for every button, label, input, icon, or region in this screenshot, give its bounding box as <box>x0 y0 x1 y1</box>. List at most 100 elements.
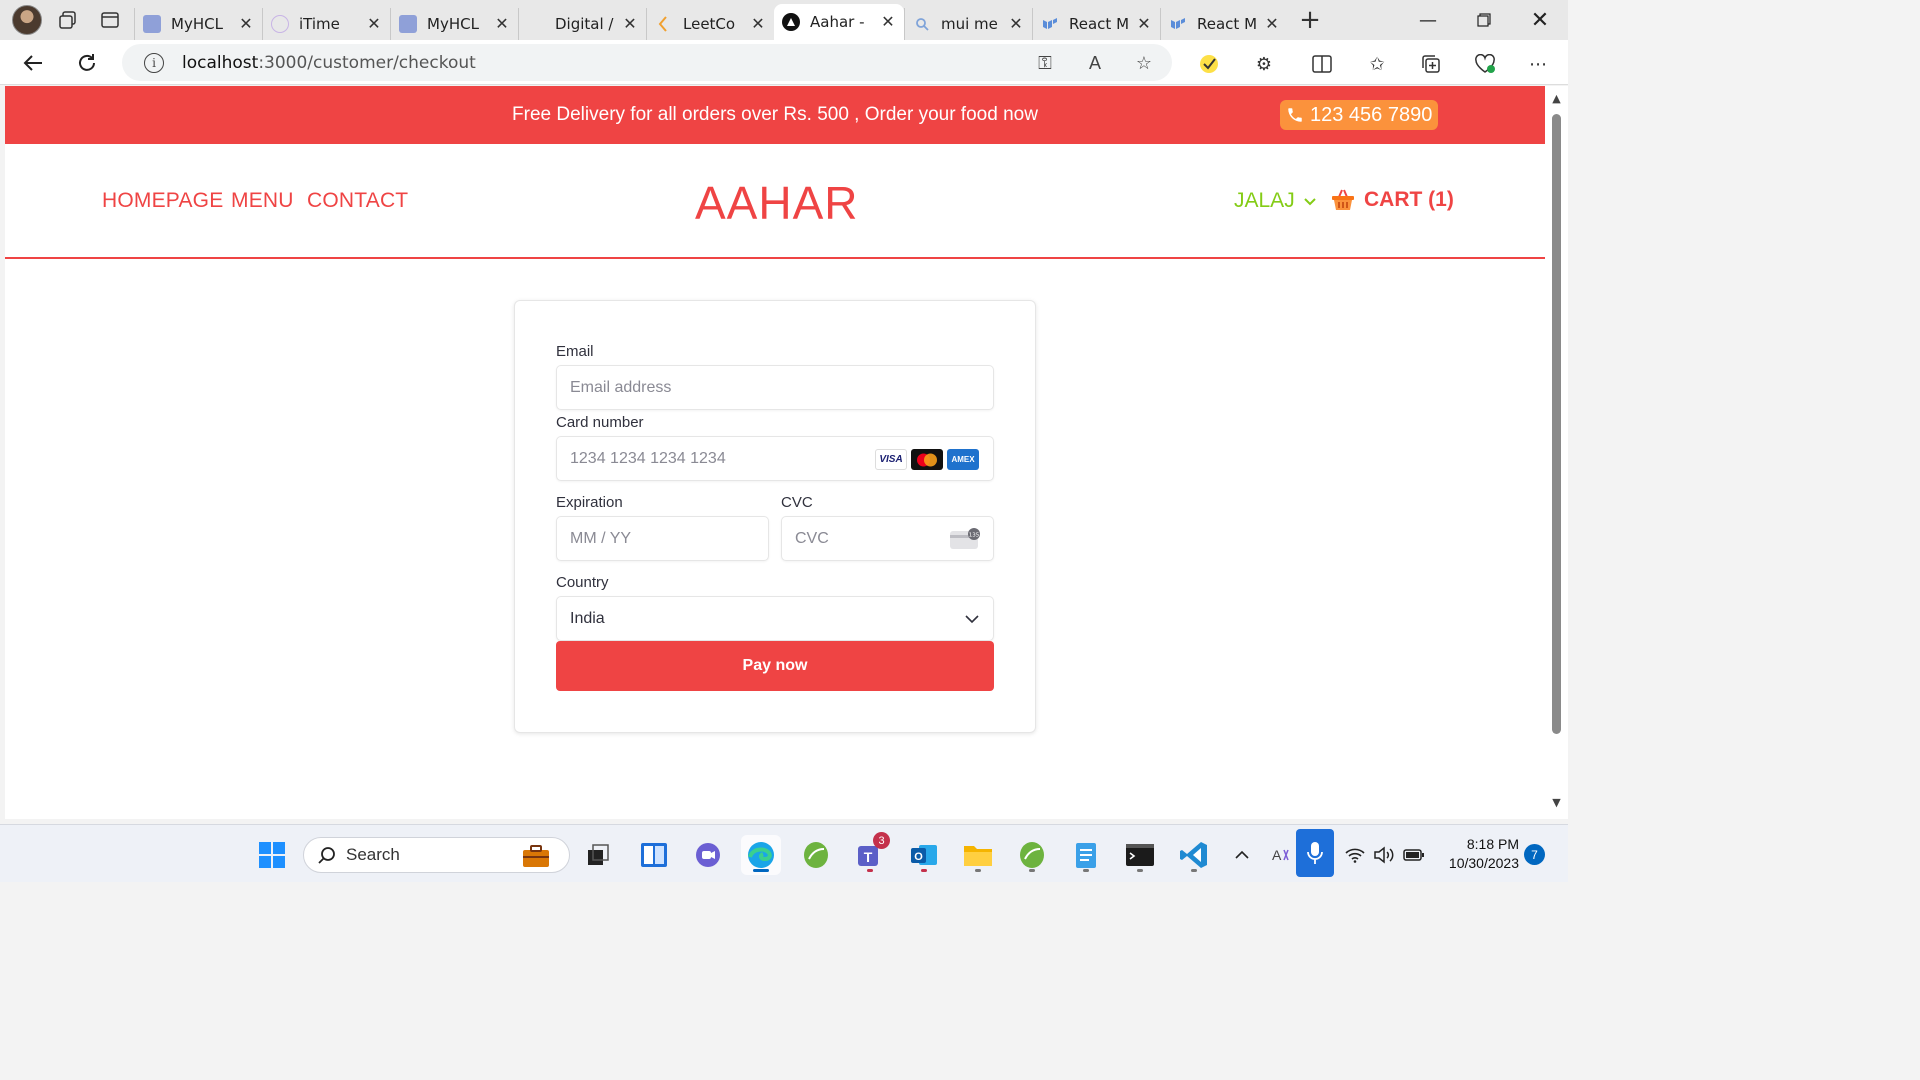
pay-now-button[interactable]: Pay now <box>556 641 994 691</box>
myhcl-icon <box>143 15 161 33</box>
aahar-icon <box>782 13 800 31</box>
volume-icon[interactable] <box>1372 835 1396 875</box>
promo-banner: Free Delivery for all orders over Rs. 50… <box>5 86 1545 144</box>
browser-tab[interactable]: Aahar - ✕ <box>774 4 904 40</box>
language-icon[interactable]: A <box>1268 835 1294 875</box>
browser-tab[interactable]: MyHCL ✕ <box>390 8 518 40</box>
user-name: JALAJ <box>1234 189 1295 212</box>
address-bar-row: i localhost:3000/customer/checkout ⚿ A ☆… <box>0 40 1568 85</box>
browser-tab[interactable]: MyHCL ✕ <box>134 8 262 40</box>
favorites-icon[interactable]: ✩ <box>1365 52 1389 76</box>
restore-button[interactable] <box>1456 0 1512 40</box>
country-value: India <box>570 609 605 627</box>
close-tab-icon[interactable]: ✕ <box>880 14 896 30</box>
taskbar-clock[interactable]: 8:18 PM 10/30/2023 <box>1437 835 1519 873</box>
extensions-icon[interactable]: ⚙ <box>1252 52 1276 76</box>
profile-avatar[interactable] <box>12 5 42 35</box>
email-label: Email <box>556 343 594 360</box>
browser-tab[interactable]: React M ✕ <box>1032 8 1160 40</box>
browser-tab[interactable]: LeetCo ✕ <box>646 8 774 40</box>
collections-icon[interactable] <box>1419 52 1443 76</box>
taskbar-search[interactable]: Search <box>303 837 570 873</box>
site-logo[interactable]: AAHAR <box>695 176 858 230</box>
scroll-up-icon[interactable]: ▲ <box>1549 92 1564 105</box>
email-field[interactable]: Email address <box>556 365 994 410</box>
site-info-icon[interactable]: i <box>144 52 164 73</box>
notification-badge[interactable]: 7 <box>1524 844 1545 865</box>
scroll-down-icon[interactable]: ▼ <box>1549 796 1564 809</box>
minimize-button[interactable]: — <box>1400 0 1456 40</box>
close-tab-icon[interactable]: ✕ <box>1008 16 1024 32</box>
nav-contact-link[interactable]: CONTACT <box>307 189 408 213</box>
card-brands: VISA AMEX <box>875 449 979 470</box>
back-button[interactable] <box>16 46 50 80</box>
browser-essentials-icon[interactable] <box>1473 52 1497 76</box>
microphone-icon[interactable] <box>1296 829 1334 877</box>
edge-browser-icon[interactable] <box>741 835 781 875</box>
spring-tools-icon[interactable] <box>796 835 836 875</box>
page-viewport: Free Delivery for all orders over Rs. 50… <box>5 86 1545 819</box>
country-select[interactable]: India <box>556 596 994 641</box>
close-tab-icon[interactable]: ✕ <box>622 16 638 32</box>
tab-title: MyHCL <box>427 15 479 33</box>
close-tab-icon[interactable]: ✕ <box>1136 16 1152 32</box>
checkout-card: Email Email address Card number 1234 123… <box>514 300 1036 733</box>
card-number-field[interactable]: 1234 1234 1234 1234 VISA AMEX <box>556 436 994 481</box>
browser-tab[interactable]: mui me ✕ <box>904 8 1032 40</box>
cart-button[interactable]: CART (1) <box>1330 187 1454 213</box>
more-menu-icon[interactable]: ⋯ <box>1526 52 1550 76</box>
favorite-star-icon[interactable]: ☆ <box>1133 52 1155 74</box>
nav-menu-link[interactable]: MENU <box>231 189 294 213</box>
workspaces-icon[interactable] <box>52 4 84 36</box>
close-tab-icon[interactable]: ✕ <box>1264 16 1280 32</box>
start-button[interactable] <box>252 835 292 875</box>
new-tab-button[interactable]: + <box>1294 4 1326 36</box>
teams-badge: 3 <box>873 832 890 849</box>
phone-badge[interactable]: 123 456 7890 <box>1280 100 1439 130</box>
svg-text:T: T <box>864 849 873 865</box>
tab-actions-icon[interactable] <box>94 4 126 36</box>
taskbar-search-placeholder: Search <box>346 845 400 864</box>
user-menu[interactable]: JALAJ <box>1234 189 1317 213</box>
cvc-placeholder: CVC <box>795 529 829 547</box>
task-view-icon[interactable] <box>578 835 618 875</box>
close-tab-icon[interactable]: ✕ <box>238 16 254 32</box>
outlook-icon[interactable]: O <box>904 835 944 875</box>
tab-title: React M <box>1197 15 1258 33</box>
split-screen-icon[interactable] <box>1310 52 1334 76</box>
vscode-icon[interactable] <box>1174 835 1214 875</box>
url-text: localhost:3000/customer/checkout <box>182 52 476 73</box>
notepad-icon[interactable] <box>1066 835 1106 875</box>
card-number-label: Card number <box>556 414 644 431</box>
chat-icon[interactable] <box>688 835 728 875</box>
expiration-field[interactable]: MM / YY <box>556 516 769 561</box>
refresh-button[interactable] <box>70 46 104 80</box>
close-tab-icon[interactable]: ✕ <box>366 16 382 32</box>
spring-tools-2-icon[interactable] <box>1012 835 1052 875</box>
browser-tab[interactable]: Digital / ✕ <box>518 8 646 40</box>
teams-icon[interactable]: T 3 <box>850 832 890 875</box>
widgets-icon[interactable] <box>634 835 674 875</box>
close-tab-icon[interactable]: ✕ <box>494 16 510 32</box>
close-window-button[interactable]: ✕ <box>1512 0 1568 40</box>
chevron-down-icon <box>1303 198 1316 206</box>
browser-tab[interactable]: iTime ✕ <box>262 8 390 40</box>
tab-title: mui me <box>941 15 998 33</box>
browser-tab[interactable]: React M ✕ <box>1160 8 1288 40</box>
url-input[interactable]: i localhost:3000/customer/checkout ⚿ A ☆ <box>122 44 1172 81</box>
extension-check-icon[interactable] <box>1197 52 1221 76</box>
battery-icon[interactable] <box>1401 835 1427 875</box>
chevron-down-icon <box>965 615 979 624</box>
cvc-field[interactable]: CVC 135 <box>781 516 994 561</box>
nav-homepage-link[interactable]: HOMEPAGE <box>102 189 223 213</box>
wifi-icon[interactable] <box>1343 835 1367 875</box>
file-explorer-icon[interactable] <box>958 835 998 875</box>
close-tab-icon[interactable]: ✕ <box>750 16 766 32</box>
read-aloud-icon[interactable]: A <box>1084 52 1106 74</box>
clock-date: 10/30/2023 <box>1448 855 1519 871</box>
show-hidden-icons-icon[interactable] <box>1231 835 1253 875</box>
key-icon[interactable]: ⚿ <box>1034 52 1056 74</box>
page-scrollbar[interactable]: ▲ ▼ <box>1545 86 1568 819</box>
terminal-icon[interactable] <box>1120 835 1160 875</box>
scrollbar-thumb[interactable] <box>1552 114 1561 734</box>
